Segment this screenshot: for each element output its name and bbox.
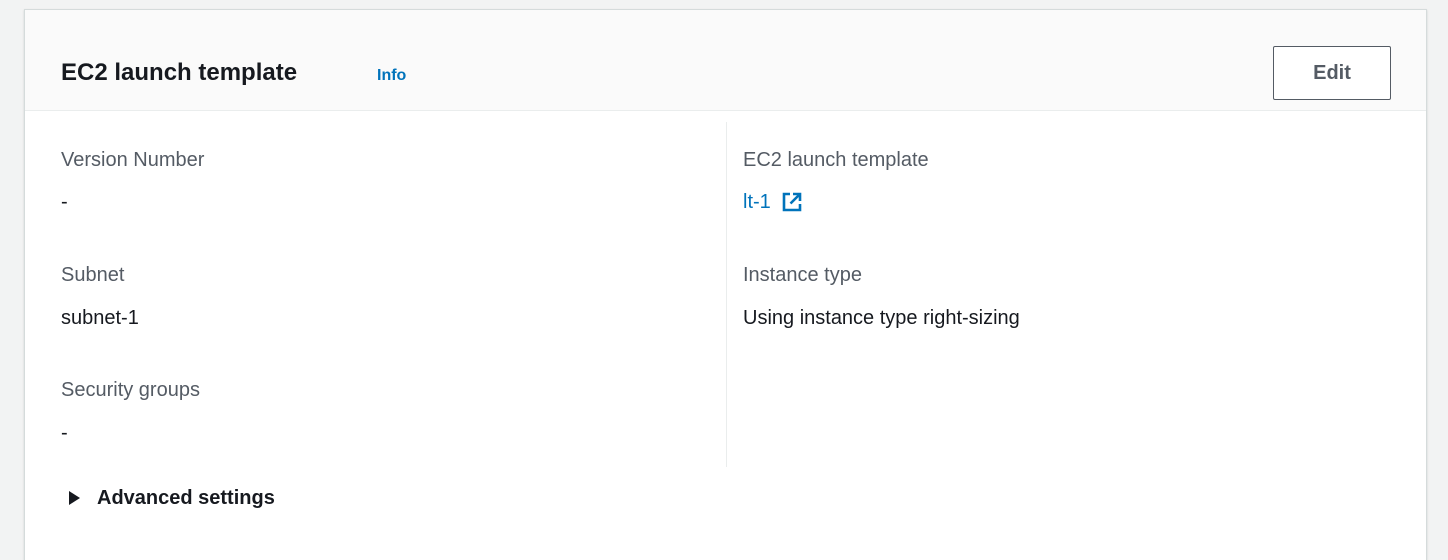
panel-title: EC2 launch template <box>61 59 298 86</box>
launch-template-panel: EC2 launch template Info Edit Version Nu… <box>24 9 1427 560</box>
version-number-value: - <box>61 191 68 213</box>
instance-type-label: Instance type <box>743 264 862 286</box>
external-link-icon <box>781 191 803 213</box>
security-groups-value: - <box>61 422 68 444</box>
launch-template-link-text: lt-1 <box>743 191 771 213</box>
subnet-label: Subnet <box>61 264 125 286</box>
subnet-value: subnet-1 <box>61 307 139 329</box>
edit-button[interactable]: Edit <box>1273 46 1391 100</box>
launch-template-label: EC2 launch template <box>743 149 929 171</box>
launch-template-link[interactable]: lt-1 <box>743 190 803 214</box>
version-number-label: Version Number <box>61 149 205 171</box>
column-divider <box>726 122 727 467</box>
instance-type-value: Using instance type right-sizing <box>743 307 1020 329</box>
info-link[interactable]: Info <box>377 66 406 86</box>
advanced-settings-toggle[interactable]: Advanced settings <box>69 486 275 510</box>
advanced-settings-label: Advanced settings <box>97 487 275 509</box>
security-groups-label: Security groups <box>61 379 200 401</box>
caret-right-icon <box>69 491 80 505</box>
panel-header: EC2 launch template Info Edit <box>25 10 1426 111</box>
